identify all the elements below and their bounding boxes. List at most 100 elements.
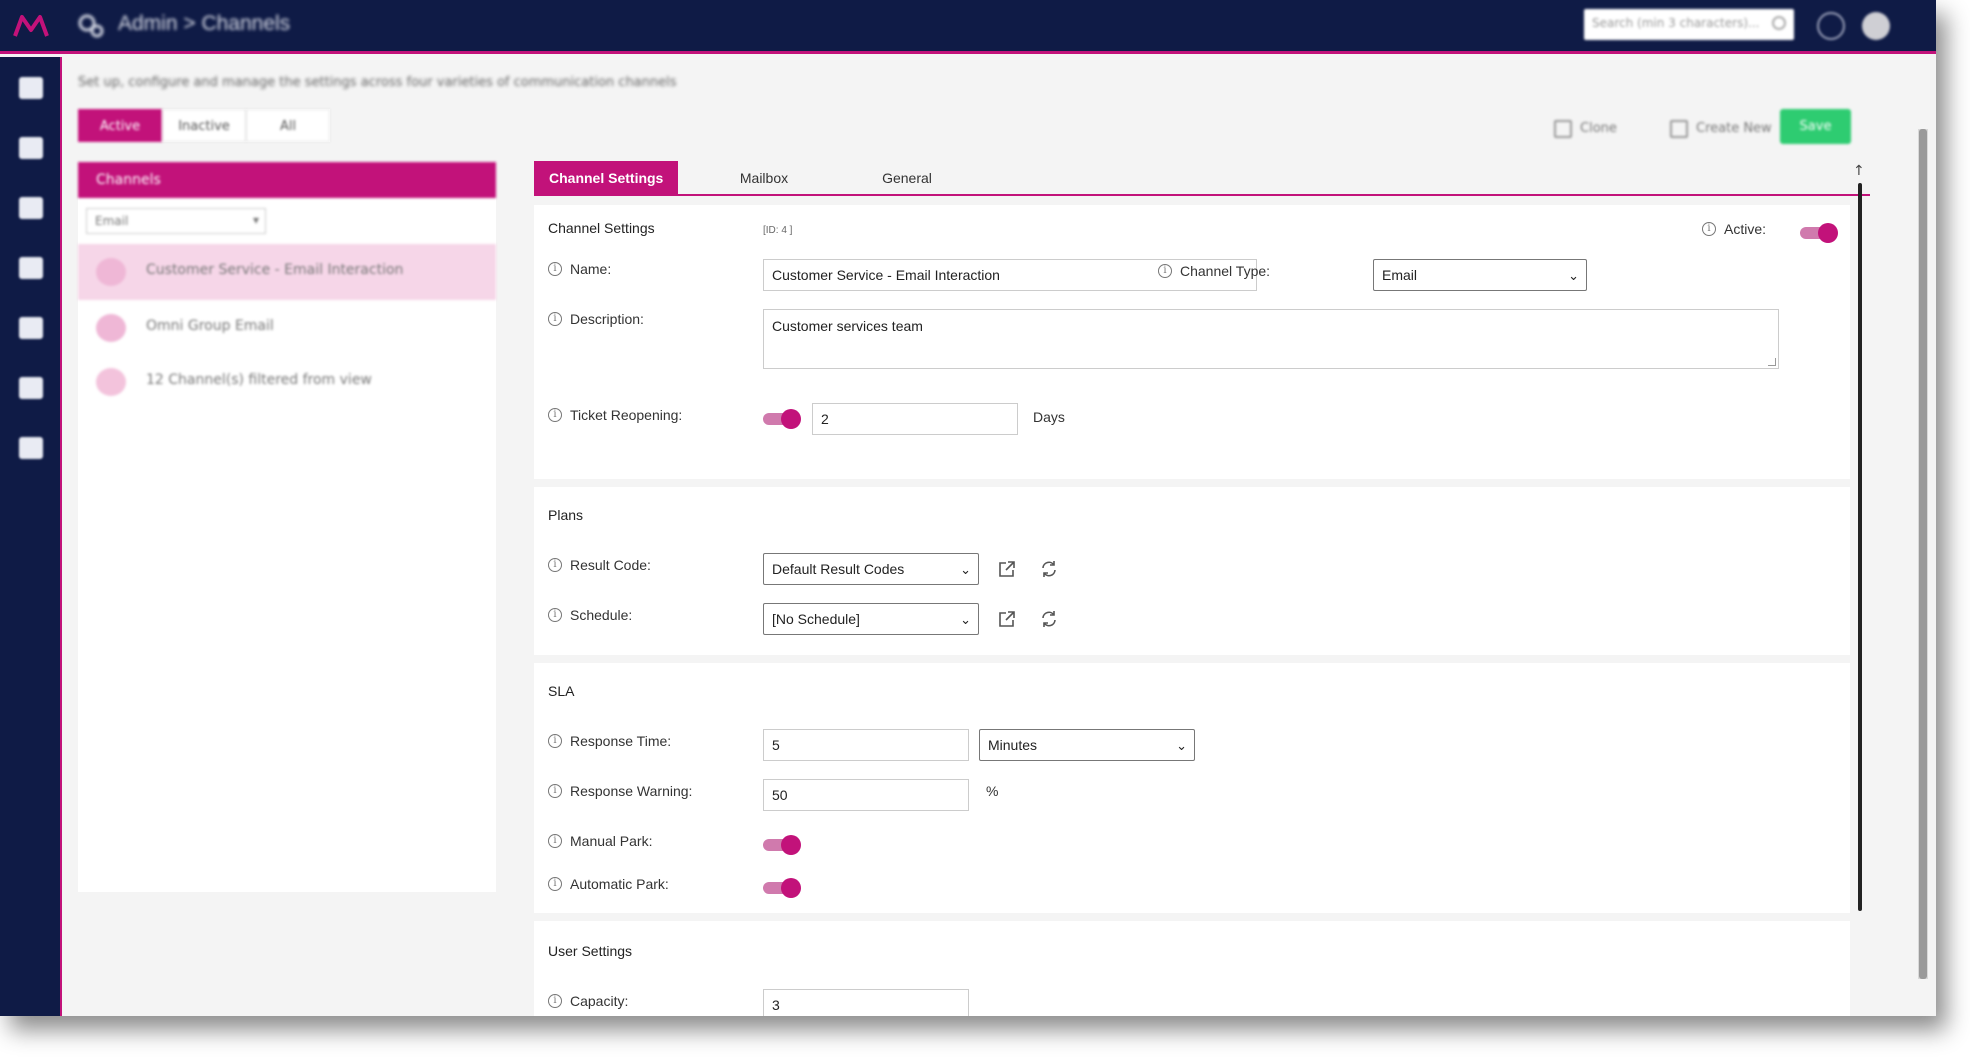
- user-settings-card: User Settings i Capacity: 3: [534, 921, 1850, 1016]
- manual-park-toggle[interactable]: [763, 835, 801, 855]
- create-new-label: Create New: [1696, 121, 1772, 136]
- channel-type-select[interactable]: Email ⌄: [1373, 259, 1587, 291]
- document-icon[interactable]: [19, 377, 43, 399]
- help-icon[interactable]: [1817, 12, 1845, 40]
- response-warning-label-text: Response Warning:: [570, 783, 693, 799]
- global-search-input[interactable]: Search (min 3 characters)...: [1584, 9, 1794, 40]
- channel-type-filter[interactable]: Email ▾: [86, 208, 266, 234]
- search-icon: [1772, 16, 1786, 30]
- automatic-park-toggle[interactable]: [763, 878, 801, 898]
- response-warning-input[interactable]: 50: [763, 779, 969, 811]
- info-icon[interactable]: i: [548, 834, 562, 848]
- clone-label: Clone: [1580, 121, 1617, 136]
- capacity-label: i Capacity:: [548, 993, 628, 1009]
- filter-tab-all[interactable]: All: [246, 109, 330, 142]
- page-subtitle: Set up, configure and manage the setting…: [78, 75, 677, 90]
- refresh-icon[interactable]: [1039, 559, 1059, 579]
- info-icon[interactable]: i: [548, 734, 562, 748]
- chevron-down-icon: ⌄: [960, 612, 971, 627]
- name-label-text: Name:: [570, 261, 612, 277]
- info-icon[interactable]: i: [548, 408, 562, 422]
- description-textarea[interactable]: Customer services team: [763, 309, 1779, 369]
- clone-button[interactable]: Clone: [1554, 113, 1617, 145]
- description-value: Customer services team: [772, 318, 923, 334]
- channel-type-label: i Channel Type:: [1158, 263, 1270, 279]
- response-time-input[interactable]: 5: [763, 729, 969, 761]
- list-icon[interactable]: [19, 137, 43, 159]
- main-content: Set up, configure and manage the setting…: [62, 57, 1936, 1016]
- info-icon[interactable]: i: [548, 558, 562, 572]
- page-scrollbar-thumb[interactable]: [1919, 129, 1927, 979]
- settings-tabs: Channel Settings Mailbox General: [534, 161, 1870, 196]
- response-warning-label: i Response Warning:: [548, 783, 692, 799]
- ticket-reopening-days-input[interactable]: 2: [812, 403, 1018, 435]
- filter-tab-inactive[interactable]: Inactive: [162, 109, 246, 142]
- app-logo-icon[interactable]: [12, 12, 50, 40]
- automatic-park-label-text: Automatic Park:: [570, 876, 669, 892]
- filter-tab-active[interactable]: Active: [78, 109, 162, 142]
- building-icon[interactable]: [19, 317, 43, 339]
- schedule-select[interactable]: [No Schedule] ⌄: [763, 603, 979, 635]
- channel-email-icon: [96, 258, 126, 286]
- schedule-value: [No Schedule]: [772, 611, 860, 627]
- open-external-icon[interactable]: [997, 609, 1017, 629]
- ticket-reopening-unit: Days: [1033, 409, 1065, 425]
- capacity-input[interactable]: 3: [763, 989, 969, 1016]
- database-icon[interactable]: [19, 257, 43, 279]
- info-icon[interactable]: i: [548, 877, 562, 891]
- active-label-text: Active:: [1724, 221, 1767, 237]
- chevron-down-icon: ⌄: [960, 562, 971, 577]
- channel-filter-tabs: Active Inactive All: [78, 109, 330, 142]
- tab-general[interactable]: General: [857, 161, 957, 195]
- channel-settings-panel: Channel Settings Mailbox General Channel…: [534, 161, 1886, 1016]
- name-label: i Name:: [548, 261, 611, 277]
- channel-list-item[interactable]: Customer Service - Email Interaction: [78, 244, 496, 300]
- channel-filtered-note: 12 Channel(s) filtered from view: [78, 354, 496, 410]
- save-button[interactable]: Save: [1780, 109, 1851, 144]
- response-time-label: i Response Time:: [548, 733, 671, 749]
- open-external-icon[interactable]: [997, 559, 1017, 579]
- info-icon[interactable]: i: [548, 608, 562, 622]
- plans-card: Plans i Result Code: Default Result Code…: [534, 487, 1850, 655]
- channel-id: [ID: 4 ]: [763, 225, 793, 236]
- info-icon[interactable]: i: [548, 262, 562, 276]
- settings-icon[interactable]: [19, 437, 43, 459]
- top-bar: Admin > Channels Search (min 3 character…: [0, 0, 1936, 54]
- automatic-park-label: i Automatic Park:: [548, 876, 669, 892]
- channel-item-label: Omni Group Email: [146, 318, 274, 334]
- ticket-reopening-toggle[interactable]: [763, 409, 801, 429]
- info-icon[interactable]: i: [548, 312, 562, 326]
- response-time-unit-select[interactable]: Minutes ⌄: [979, 729, 1195, 761]
- info-icon[interactable]: i: [1158, 264, 1172, 278]
- create-new-icon: [1670, 120, 1688, 138]
- settings-scrollbar[interactable]: [1858, 183, 1862, 911]
- result-code-select[interactable]: Default Result Codes ⌄: [763, 553, 979, 585]
- description-label: i Description:: [548, 311, 644, 327]
- breadcrumb: Admin > Channels: [118, 12, 291, 35]
- chevron-down-icon: ⌄: [1176, 738, 1187, 753]
- manual-park-label: i Manual Park:: [548, 833, 652, 849]
- channel-list-item[interactable]: Omni Group Email: [78, 300, 496, 356]
- tab-mailbox[interactable]: Mailbox: [714, 161, 814, 195]
- schedule-label: i Schedule:: [548, 607, 632, 623]
- resize-grip-icon[interactable]: [1768, 358, 1776, 366]
- ticket-reopening-label-text: Ticket Reopening:: [570, 407, 683, 423]
- channel-type-filter-value: Email: [95, 214, 129, 228]
- dashboard-icon[interactable]: [19, 197, 43, 219]
- info-icon[interactable]: i: [548, 784, 562, 798]
- active-toggle[interactable]: [1800, 223, 1838, 243]
- response-warning-unit: %: [986, 783, 999, 799]
- create-new-button[interactable]: Create New: [1670, 113, 1772, 145]
- ticket-reopening-label: i Ticket Reopening:: [548, 407, 682, 423]
- scroll-up-arrow-icon[interactable]: ↑: [1853, 163, 1865, 179]
- user-avatar[interactable]: [1862, 12, 1890, 40]
- tab-channel-settings[interactable]: Channel Settings: [534, 161, 679, 195]
- filtered-note-label: 12 Channel(s) filtered from view: [146, 372, 372, 388]
- info-icon[interactable]: i: [548, 994, 562, 1008]
- sla-card: SLA i Response Time: 5 Minutes ⌄ i Respo…: [534, 663, 1850, 913]
- refresh-icon[interactable]: [1039, 609, 1059, 629]
- channel-list-panel: Channels Email ▾ Customer Service - Emai…: [78, 162, 496, 892]
- info-icon[interactable]: i: [1702, 222, 1716, 236]
- home-icon[interactable]: [19, 77, 43, 99]
- schedule-label-text: Schedule:: [570, 607, 633, 623]
